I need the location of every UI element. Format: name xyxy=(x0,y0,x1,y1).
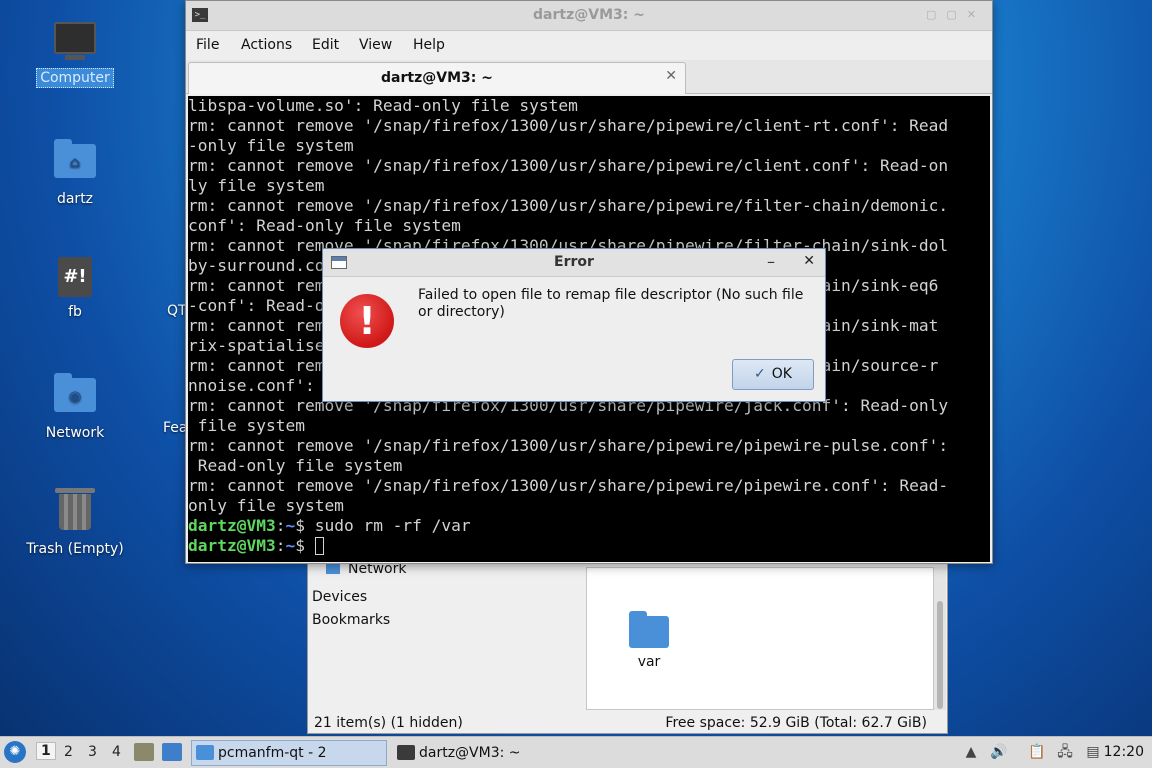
taskbar-task-file-manager[interactable]: pcmanfm-qt - 2 windo… xyxy=(191,740,387,766)
menu-actions[interactable]: Actions xyxy=(241,37,292,53)
terminal-line: ly file system xyxy=(188,176,325,195)
network-folder-icon: ◉ xyxy=(53,373,97,418)
error-dialog[interactable]: Error – ✕ ! Failed to open file to remap… xyxy=(322,248,826,402)
terminal-line: file system xyxy=(188,416,305,435)
prompt-separator: : xyxy=(275,536,286,555)
prompt-user: dartz@VM3 xyxy=(188,536,276,555)
tray-up-arrow-icon[interactable]: ▲ xyxy=(962,743,980,761)
desktop-icon-partial-label[interactable]: Fea xyxy=(163,420,187,436)
prompt-path: ~ xyxy=(285,536,296,555)
desktop-icon-label: Network xyxy=(45,425,105,441)
menu-help[interactable]: Help xyxy=(413,37,445,53)
desktop-icon-label: Computer xyxy=(36,68,114,88)
folder-icon xyxy=(629,611,669,648)
terminal-command: sudo rm -rf /var xyxy=(304,516,471,535)
prompt-symbol: $ xyxy=(295,536,305,555)
terminal-window-title: dartz@VM3: ~ xyxy=(533,7,645,23)
terminal-prompt-line: dartz@VM3:~$ xyxy=(188,536,990,556)
prompt-separator: : xyxy=(275,516,286,535)
ok-button[interactable]: ✓ OK xyxy=(732,359,814,390)
desktop-icon-label: dartz xyxy=(56,191,94,207)
file-manager-launcher-icon[interactable] xyxy=(134,743,154,761)
text-cursor xyxy=(314,537,324,555)
trash-icon xyxy=(53,488,97,534)
terminal-prompt-line: dartz@VM3:~$ sudo rm -rf /var xyxy=(188,516,990,536)
terminal-tabbar: dartz@VM3: ~ ✕ xyxy=(186,60,992,94)
checkmark-icon: ✓ xyxy=(754,366,766,382)
network-status-icon[interactable]: 🖧 xyxy=(1056,743,1074,761)
terminal-line: conf': Read-only file system xyxy=(188,216,461,235)
desktop-icon-trash[interactable]: Trash (Empty) xyxy=(20,488,130,558)
dialog-message: Failed to open file to remap file descri… xyxy=(418,287,804,320)
file-view[interactable]: var xyxy=(586,567,934,710)
clock[interactable]: 12:20 xyxy=(1104,744,1144,760)
status-free-space: Free space: 52.9 GiB (Total: 62.7 GiB) xyxy=(665,715,927,731)
file-manager-sidebar: Network Devices Bookmarks xyxy=(308,559,586,709)
desktop-icon-label: Trash (Empty) xyxy=(26,541,124,557)
ok-button-label: OK xyxy=(771,366,792,382)
clipboard-icon[interactable]: 📋 xyxy=(1028,743,1046,761)
desktop-icon-computer[interactable]: Computer xyxy=(20,22,130,88)
close-icon[interactable]: ✕ xyxy=(803,253,815,269)
terminal-line: rm: cannot remove '/snap/firefox/1300/us… xyxy=(188,156,949,175)
terminal-line: rm: cannot remove '/snap/firefox/1300/us… xyxy=(188,116,949,135)
notification-icon[interactable]: ▤ xyxy=(1084,743,1102,761)
status-item-count: 21 item(s) (1 hidden) xyxy=(314,715,463,731)
scrollbar-thumb[interactable] xyxy=(937,601,943,709)
dialog-title: Error xyxy=(554,254,594,270)
terminal-line: -only file system xyxy=(188,136,354,155)
desktop-icon-dartz[interactable]: ⌂ dartz xyxy=(20,139,130,208)
terminal-line: rm: cannot remove '/snap/firefox/1300/us… xyxy=(188,196,949,215)
prompt-path: ~ xyxy=(285,516,296,535)
sidebar-section-bookmarks[interactable]: Bookmarks xyxy=(312,612,390,628)
menu-file[interactable]: File xyxy=(196,37,219,53)
terminal-titlebar[interactable]: >_ dartz@VM3: ~ ▢▢✕ xyxy=(186,1,992,31)
prompt-symbol: $ xyxy=(295,516,305,535)
terminal-icon xyxy=(397,745,415,760)
terminal-tab-label: dartz@VM3: ~ xyxy=(381,70,493,86)
desktop-icon-network[interactable]: ◉ Network xyxy=(20,373,130,442)
home-folder-icon: ⌂ xyxy=(53,139,97,184)
terminal-line: rm: cannot remove '/snap/firefox/1300/us… xyxy=(188,436,949,455)
desktop-icon-label: fb xyxy=(68,304,82,320)
file-manager-window[interactable]: Network Devices Bookmarks var 21 item(s)… xyxy=(307,558,948,734)
dialog-titlebar[interactable]: Error – ✕ xyxy=(323,249,825,277)
terminal-menubar: File Actions Edit View Help xyxy=(186,31,992,60)
error-icon: ! xyxy=(340,294,394,348)
window-controls[interactable]: ▢▢✕ xyxy=(926,8,986,21)
show-desktop-icon[interactable] xyxy=(162,743,182,761)
taskbar-task-terminal[interactable]: dartz@VM3: ~ xyxy=(392,740,532,766)
minimize-icon[interactable]: – xyxy=(767,252,775,271)
workspace-4[interactable]: 4 xyxy=(112,744,121,760)
workspace-3[interactable]: 3 xyxy=(88,744,97,760)
taskbar: ✺ 1 2 3 4 pcmanfm-qt - 2 windo… dartz@VM… xyxy=(0,736,1152,768)
desktop-icon-partial-label[interactable]: QT xyxy=(167,303,187,319)
file-view-scrollbar[interactable] xyxy=(934,567,946,710)
desktop-icon-fb[interactable]: #! fb xyxy=(20,257,130,321)
prompt-user: dartz@VM3 xyxy=(188,516,276,535)
workspace-2[interactable]: 2 xyxy=(64,744,73,760)
menu-view[interactable]: View xyxy=(359,37,392,53)
terminal-line: Read-only file system xyxy=(188,456,403,475)
volume-icon[interactable]: 🔊 xyxy=(990,743,1008,761)
terminal-tab[interactable]: dartz@VM3: ~ ✕ xyxy=(188,62,686,94)
folder-icon xyxy=(196,745,214,760)
terminal-line: libspa-volume.so': Read-only file system xyxy=(188,96,578,115)
monitor-icon xyxy=(53,22,97,62)
start-menu-icon[interactable]: ✺ xyxy=(4,741,26,763)
folder-name: var xyxy=(637,654,661,670)
terminal-line: only file system xyxy=(188,496,344,515)
sidebar-section-devices[interactable]: Devices xyxy=(312,589,367,605)
script-file-icon: #! xyxy=(53,257,97,297)
terminal-input[interactable] xyxy=(305,536,315,555)
close-tab-icon[interactable]: ✕ xyxy=(665,68,677,84)
terminal-line: rm: cannot remove '/snap/firefox/1300/us… xyxy=(188,476,949,495)
menu-edit[interactable]: Edit xyxy=(312,37,339,53)
folder-item-var[interactable]: var xyxy=(629,611,669,670)
workspace-1[interactable]: 1 xyxy=(36,742,56,760)
